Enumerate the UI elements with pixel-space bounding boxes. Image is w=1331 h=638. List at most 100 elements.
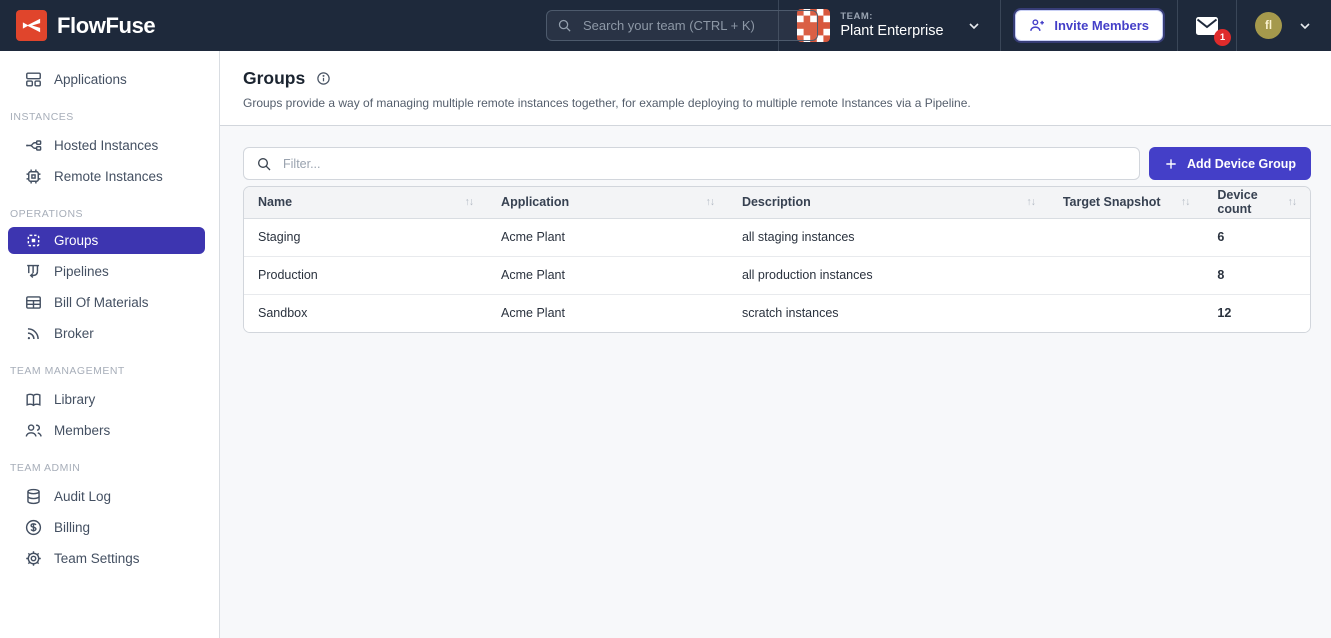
page-title: Groups	[243, 68, 305, 89]
sidebar-section-instances: INSTANCES	[10, 111, 219, 123]
cell-name: Production	[244, 256, 487, 294]
hosted-instances-icon	[24, 136, 43, 155]
notifications-button[interactable]: 1	[1193, 14, 1221, 38]
cell-target-snapshot	[1049, 256, 1204, 294]
sidebar-item-label: Broker	[54, 326, 94, 341]
cell-name: Sandbox	[244, 294, 487, 332]
cell-device-count: 8	[1203, 256, 1310, 294]
table-row[interactable]: Sandbox Acme Plant scratch instances 12	[244, 294, 1310, 332]
cell-application: Acme Plant	[487, 294, 728, 332]
chevron-down-icon	[1297, 18, 1313, 34]
main-content: Groups Groups provide a way of managing …	[220, 51, 1331, 638]
user-menu[interactable]: fl	[1236, 0, 1331, 51]
team-name: Plant Enterprise	[840, 22, 943, 40]
user-plus-icon	[1029, 17, 1046, 34]
table-header-row: Name Application Description Target Snap…	[244, 187, 1310, 218]
team-search[interactable]	[546, 10, 818, 41]
notification-badge: 1	[1214, 29, 1231, 46]
invite-members-label: Invite Members	[1054, 18, 1149, 33]
sidebar-item-label: Audit Log	[54, 489, 111, 504]
cell-description: scratch instances	[728, 294, 1049, 332]
team-label: TEAM:	[840, 11, 943, 23]
sort-icon	[1181, 196, 1190, 208]
sidebar-item-label: Members	[54, 423, 110, 438]
sidebar-item-audit-log[interactable]: Audit Log	[0, 481, 219, 512]
column-header-application[interactable]: Application	[487, 187, 728, 218]
sidebar-item-members[interactable]: Members	[0, 415, 219, 446]
search-icon	[256, 156, 272, 172]
navbar-right: TEAM: Plant Enterprise Invite Members 1 …	[778, 0, 1331, 51]
filter-input[interactable]	[281, 156, 1127, 172]
sidebar-item-label: Groups	[54, 233, 98, 248]
sidebar-item-library[interactable]: Library	[0, 384, 219, 415]
sidebar-item-label: Remote Instances	[54, 169, 163, 184]
add-device-group-label: Add Device Group	[1187, 157, 1296, 171]
billing-icon	[24, 518, 43, 537]
sidebar-section-team-management: TEAM MANAGEMENT	[10, 365, 219, 377]
cell-name: Staging	[244, 218, 487, 256]
invite-members-button[interactable]: Invite Members	[1015, 10, 1163, 41]
sidebar-item-remote-instances[interactable]: Remote Instances	[0, 161, 219, 192]
sidebar-item-pipelines[interactable]: Pipelines	[0, 256, 219, 287]
invite-section: Invite Members	[1000, 0, 1177, 51]
sidebar-item-applications[interactable]: Applications	[0, 64, 219, 95]
sidebar-item-label: Bill Of Materials	[54, 295, 149, 310]
sidebar-section-team-admin: TEAM ADMIN	[10, 462, 219, 474]
app-window: FlowFuse TEAM:	[0, 0, 1331, 638]
sidebar-item-label: Library	[54, 392, 95, 407]
add-device-group-button[interactable]: Add Device Group	[1149, 147, 1311, 180]
bill-of-materials-icon	[24, 293, 43, 312]
cell-target-snapshot	[1049, 294, 1204, 332]
sidebar-item-bill-of-materials[interactable]: Bill Of Materials	[0, 287, 219, 318]
sidebar-item-label: Applications	[54, 72, 127, 87]
cell-application: Acme Plant	[487, 218, 728, 256]
info-icon	[316, 71, 331, 86]
groups-icon	[24, 231, 43, 250]
page-description: Groups provide a way of managing multipl…	[243, 96, 1311, 110]
sidebar-item-label: Team Settings	[54, 551, 140, 566]
audit-log-icon	[24, 487, 43, 506]
sidebar-item-broker[interactable]: Broker	[0, 318, 219, 349]
page-header: Groups Groups provide a way of managing …	[220, 51, 1331, 126]
gear-icon	[24, 549, 43, 568]
broker-icon	[24, 324, 43, 343]
sort-icon	[705, 196, 714, 208]
sidebar-item-hosted-instances[interactable]: Hosted Instances	[0, 130, 219, 161]
column-label: Name	[258, 195, 292, 209]
brand-name: FlowFuse	[57, 13, 155, 39]
column-header-name[interactable]: Name	[244, 187, 487, 218]
sidebar-item-label: Billing	[54, 520, 90, 535]
sort-icon	[465, 196, 474, 208]
column-header-description[interactable]: Description	[728, 187, 1049, 218]
plus-icon	[1164, 157, 1178, 171]
cell-description: all production instances	[728, 256, 1049, 294]
applications-icon	[24, 70, 43, 89]
info-button[interactable]	[316, 71, 331, 86]
sidebar: Applications INSTANCES Hosted Instances …	[0, 51, 220, 638]
sidebar-item-label: Pipelines	[54, 264, 109, 279]
sidebar-item-team-settings[interactable]: Team Settings	[0, 543, 219, 574]
pipelines-icon	[24, 262, 43, 281]
table-row[interactable]: Production Acme Plant all production ins…	[244, 256, 1310, 294]
remote-instances-icon	[24, 167, 43, 186]
filter-box[interactable]	[243, 147, 1140, 180]
cell-description: all staging instances	[728, 218, 1049, 256]
home-link[interactable]: FlowFuse	[0, 0, 171, 51]
cell-device-count: 12	[1203, 294, 1310, 332]
cell-device-count: 6	[1203, 218, 1310, 256]
sidebar-item-groups[interactable]: Groups	[8, 227, 205, 254]
column-label: Application	[501, 195, 569, 209]
sort-icon	[1288, 196, 1297, 208]
cell-application: Acme Plant	[487, 256, 728, 294]
notifications-section: 1	[1177, 0, 1236, 51]
column-header-target-snapshot[interactable]: Target Snapshot	[1049, 187, 1204, 218]
column-label: Target Snapshot	[1063, 195, 1161, 209]
column-header-device-count[interactable]: Device count	[1203, 187, 1310, 218]
sidebar-item-billing[interactable]: Billing	[0, 512, 219, 543]
table-row[interactable]: Staging Acme Plant all staging instances…	[244, 218, 1310, 256]
flowfuse-logo-icon	[16, 10, 47, 41]
sidebar-section-operations: OPERATIONS	[10, 208, 219, 220]
team-search-input[interactable]	[581, 17, 807, 34]
search-icon	[557, 18, 572, 33]
groups-table: Name Application Description Target Snap…	[243, 186, 1311, 333]
